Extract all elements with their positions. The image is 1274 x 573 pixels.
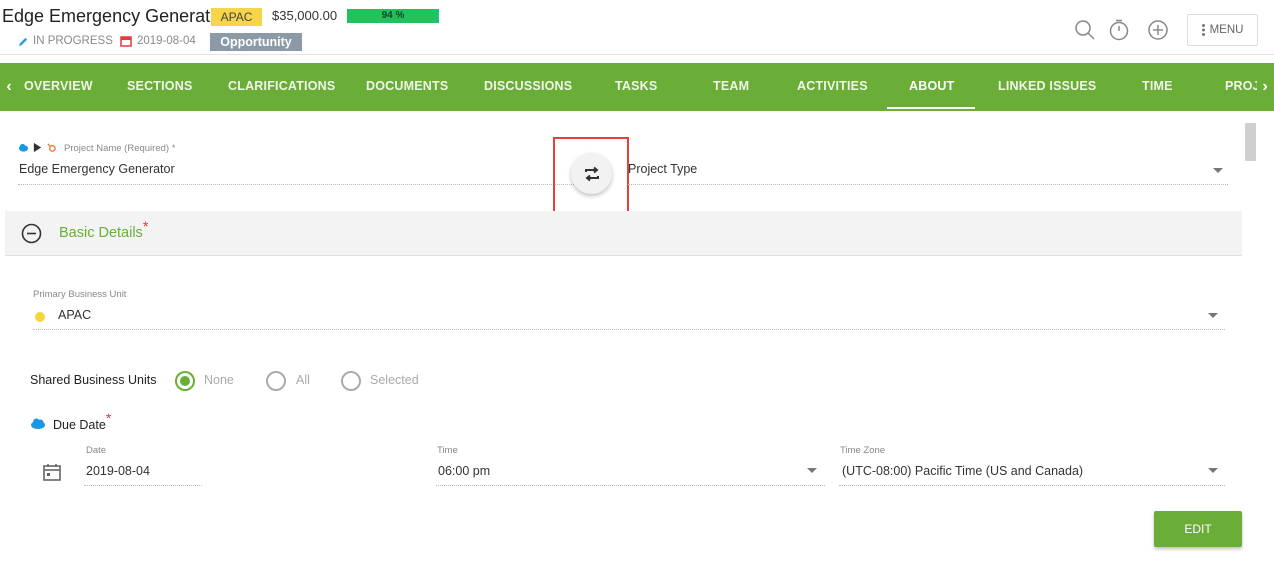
date-label: Date — [86, 445, 107, 456]
bu-color-dot — [35, 312, 45, 322]
radio-all-label[interactable]: All — [296, 373, 310, 387]
required-star: * — [142, 218, 149, 234]
business-unit-badge: APAC — [211, 8, 262, 26]
hubspot-icon — [47, 143, 56, 152]
integration-icons — [18, 142, 57, 153]
project-name-underline — [18, 184, 578, 185]
tab-linked-issues[interactable]: LINKED ISSUES — [998, 63, 1096, 111]
basic-details-section[interactable]: Basic Details* — [5, 211, 1242, 256]
primary-bu-underline — [33, 329, 1225, 330]
add-icon[interactable] — [1146, 18, 1170, 42]
swap-icon — [584, 166, 599, 181]
project-amount: $35,000.00 — [272, 8, 338, 23]
timezone-underline — [839, 485, 1225, 486]
active-tab-indicator — [887, 107, 975, 109]
timezone-label: Time Zone — [840, 445, 886, 456]
date-underline — [84, 485, 202, 486]
timer-icon[interactable] — [1107, 18, 1131, 42]
cloud-icon — [31, 418, 45, 429]
status-indicator: IN PROGRESS — [18, 35, 113, 47]
primary-bu-label: Primary Business Unit — [33, 289, 127, 300]
radio-selected[interactable] — [341, 371, 361, 391]
time-caret-icon[interactable] — [807, 468, 817, 473]
project-type-select[interactable]: Project Type — [628, 162, 697, 176]
project-name-label: Project Name (Required) * — [64, 143, 176, 154]
shared-bu-label: Shared Business Units — [30, 373, 157, 387]
section-title-text: Basic Details — [59, 225, 143, 241]
collapse-icon[interactable] — [21, 223, 42, 244]
section-title: Basic Details* — [59, 218, 148, 241]
project-title: Edge Emergency Generator — [2, 6, 227, 26]
tab-activities[interactable]: ACTIVITIES — [797, 63, 868, 111]
nav-left-arrow-icon[interactable]: ‹ — [0, 63, 18, 111]
scrollbar-thumb[interactable] — [1245, 123, 1256, 161]
radio-none[interactable] — [175, 371, 195, 391]
status-text: IN PROGRESS — [33, 35, 113, 47]
tab-project[interactable]: PROJECT — [1225, 63, 1257, 111]
date-input[interactable]: 2019-08-04 — [86, 464, 150, 478]
primary-bu-caret-icon[interactable] — [1208, 313, 1218, 318]
time-underline — [436, 485, 825, 486]
progress-label: 94 % — [381, 10, 405, 21]
radio-selected-label[interactable]: Selected — [370, 373, 419, 387]
due-date-required-star: * — [105, 410, 112, 426]
opportunity-badge: Opportunity — [210, 33, 302, 51]
pencil-icon — [18, 37, 28, 46]
due-date-label: Due Date* — [53, 410, 111, 432]
tab-tasks[interactable]: TASKS — [615, 63, 657, 111]
tab-clarifications[interactable]: CLARIFICATIONS — [228, 63, 335, 111]
tab-documents[interactable]: DOCUMENTS — [366, 63, 448, 111]
progress-bar: 94 % — [347, 9, 439, 23]
project-header: Edge Emergency Generator APAC $35,000.00… — [0, 0, 1274, 55]
tab-time[interactable]: TIME — [1142, 63, 1173, 111]
edit-button[interactable]: EDIT — [1154, 511, 1242, 547]
more-vertical-icon — [1201, 24, 1205, 36]
nav-right-arrow-icon[interactable]: › — [1256, 63, 1274, 111]
date-text: 2019-08-04 — [137, 35, 196, 47]
cloud-icon — [18, 143, 29, 152]
tab-sections[interactable]: SECTIONS — [127, 63, 193, 111]
project-type-underline — [628, 184, 1228, 185]
menu-button[interactable]: MENU — [1187, 14, 1258, 46]
tab-team[interactable]: TEAM — [713, 63, 749, 111]
tab-overview[interactable]: OVERVIEW — [24, 63, 93, 111]
time-label: Time — [437, 445, 458, 456]
project-date: 2019-08-04 — [120, 35, 196, 47]
search-icon[interactable] — [1073, 18, 1097, 42]
timezone-select[interactable]: (UTC-08:00) Pacific Time (US and Canada) — [842, 464, 1083, 478]
calendar-icon — [120, 36, 132, 47]
due-date-text: Due Date — [53, 418, 106, 432]
tab-discussions[interactable]: DISCUSSIONS — [484, 63, 572, 111]
dynamics-icon — [33, 142, 42, 153]
timezone-caret-icon[interactable] — [1208, 468, 1218, 473]
project-name-input[interactable]: Edge Emergency Generator — [19, 162, 175, 176]
time-select[interactable]: 06:00 pm — [438, 464, 490, 478]
project-type-caret-icon[interactable] — [1213, 168, 1223, 173]
tab-bar: ‹ OVERVIEW SECTIONS CLARIFICATIONS DOCUM… — [0, 63, 1274, 111]
tab-about[interactable]: ABOUT — [909, 63, 954, 111]
calendar-icon[interactable] — [42, 462, 62, 482]
menu-label: MENU — [1209, 24, 1244, 36]
primary-bu-select[interactable]: APAC — [58, 308, 91, 322]
swap-button[interactable] — [571, 153, 612, 194]
radio-none-label[interactable]: None — [204, 373, 234, 387]
scrollbar-track[interactable] — [1244, 122, 1258, 572]
radio-all[interactable] — [266, 371, 286, 391]
